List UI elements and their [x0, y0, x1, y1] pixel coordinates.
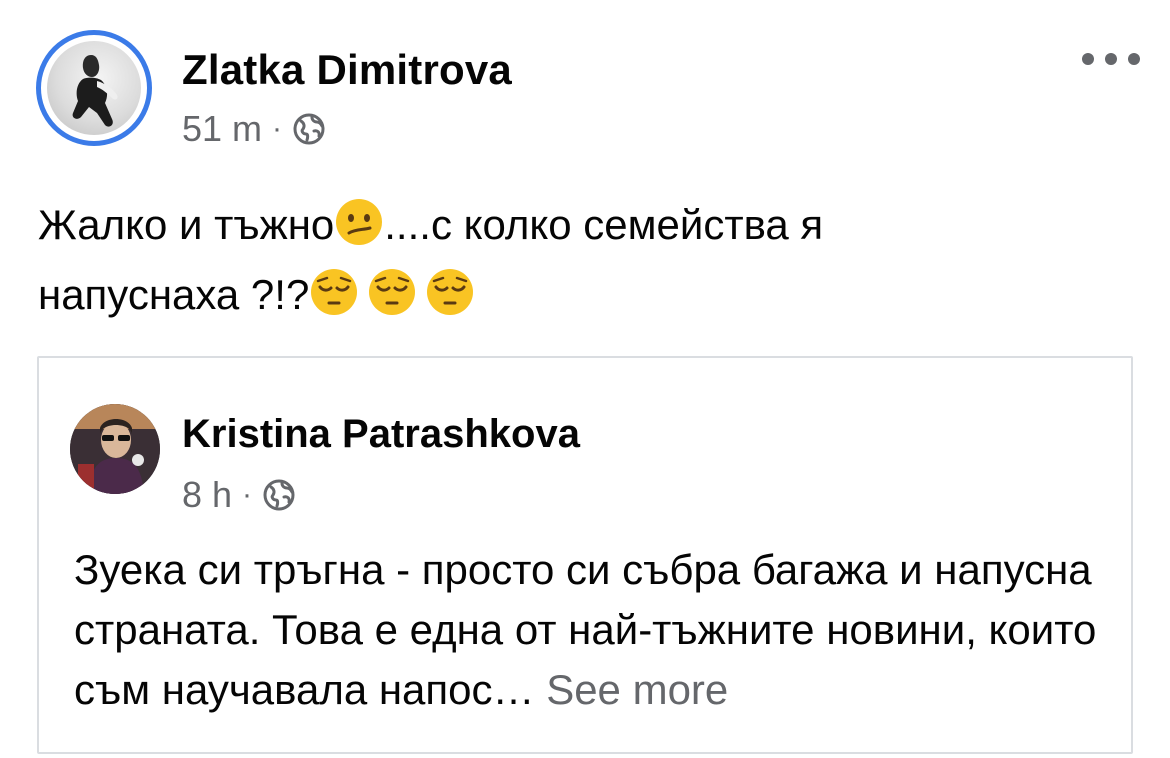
facebook-post: Zlatka Dimitrova 51 m · Жалко и тъжно ..…: [0, 0, 1170, 758]
shared-post-timestamp[interactable]: 8 h: [182, 474, 232, 516]
post-text-part: Жалко и тъжно: [38, 201, 335, 248]
post-author-name[interactable]: Zlatka Dimitrova: [182, 46, 512, 94]
pensive-face-emoji: [427, 269, 474, 315]
globe-icon: [263, 479, 295, 511]
post-meta: 51 m ·: [182, 108, 326, 150]
post-timestamp[interactable]: 51 m: [182, 108, 262, 150]
post-author-avatar[interactable]: [36, 30, 152, 146]
post-text-part: ....с колко семейства я: [384, 201, 824, 248]
more-dots-icon: [1128, 53, 1140, 65]
meta-separator: ·: [272, 112, 283, 145]
globe-icon: [293, 113, 325, 145]
pensive-face-emoji: [311, 269, 358, 315]
more-options-button[interactable]: [1082, 44, 1140, 74]
shared-author-name[interactable]: Kristina Patrashkova: [182, 412, 580, 457]
more-dots-icon: [1105, 53, 1117, 65]
post-text: Жалко и тъжно ....с колко семейства я на…: [38, 190, 1128, 330]
pensive-face-emoji: [369, 269, 416, 315]
shared-post-meta: 8 h ·: [182, 474, 296, 516]
shared-author-avatar[interactable]: [70, 404, 160, 494]
meta-separator: ·: [242, 478, 253, 511]
post-text-part: напуснаха ?!?: [38, 271, 310, 318]
avatar-photo: [47, 41, 141, 135]
confused-face-emoji: [336, 199, 383, 245]
see-more-link[interactable]: See more: [546, 666, 728, 713]
shared-post-text: Зуека си тръгна - просто си събра багажа…: [74, 540, 1114, 720]
more-dots-icon: [1082, 53, 1094, 65]
